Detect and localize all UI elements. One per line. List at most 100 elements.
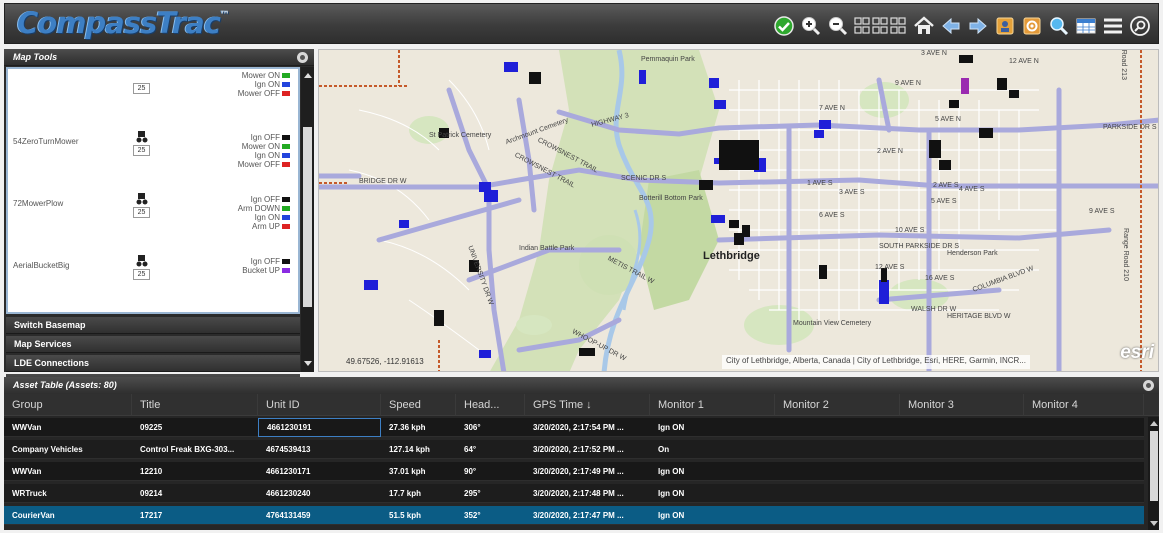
city-label: Lethbridge: [703, 250, 760, 262]
map-tool-name: 72MowerPlow: [13, 199, 64, 208]
column-header-monitor-2[interactable]: Monitor 2: [775, 394, 900, 416]
vehicle-icon: [136, 129, 148, 143]
accordion-lde-connections[interactable]: LDE Connections: [6, 355, 300, 372]
map-label: 5 AVE S: [931, 198, 957, 205]
collapse-asset-table-button[interactable]: [1143, 380, 1154, 391]
color-swatch: [282, 206, 290, 211]
column-header-head[interactable]: Head...: [456, 394, 525, 416]
vehicle-icon: [136, 191, 148, 205]
table-cell: WRTruck: [12, 489, 47, 498]
color-swatch: [282, 162, 290, 167]
map-label: 16 AVE S: [925, 275, 955, 282]
column-header-group[interactable]: Group: [4, 394, 132, 416]
map-label: 2 AVE N: [877, 148, 903, 155]
table-row[interactable]: CourierVan 17217 4764131459 51.5 kph 352° 3/2…: [4, 506, 1144, 525]
color-swatch: [282, 144, 290, 149]
column-header-monitor-1[interactable]: Monitor 1: [650, 394, 775, 416]
column-header-unit-id[interactable]: Unit ID: [258, 394, 381, 416]
full-extent-icon[interactable]: [853, 14, 909, 38]
icon-size-input[interactable]: 25: [133, 145, 150, 156]
map-label: 12 AVE N: [1009, 58, 1039, 65]
table-cell: [1024, 440, 1144, 459]
accordion-switch-basemap[interactable]: Switch Basemap: [6, 317, 300, 334]
table-cell: 17217: [140, 511, 163, 520]
monitor-state-legend: Mower OFF: [238, 89, 290, 98]
settings-search-icon[interactable]: [1128, 14, 1152, 38]
map-tool-name: AerialBucketBig: [13, 261, 70, 270]
map-tools-list: 25 Mower ON Ign ON Mower OFF 54ZeroTurnMower…: [6, 67, 300, 314]
map-tool-row[interactable]: 54ZeroTurnMower 25 Ign OFF Mower ON Ign ON Mo…: [8, 123, 298, 169]
map-label: PARKSIDE DR S: [1103, 124, 1157, 131]
map-label: Botterill Bottom Park: [639, 195, 703, 202]
monitor-state-legend: Ign ON: [255, 151, 290, 160]
monitor-state-legend: Bucket UP: [242, 266, 290, 275]
map-coordinates: 49.67526, -112.91613: [346, 357, 424, 366]
column-header-speed[interactable]: Speed: [381, 394, 456, 416]
map-label: 6 AVE S: [819, 212, 845, 219]
map-label: 3 AVE N: [921, 50, 947, 57]
app-window: CompassTrac™ Map Tools 25 Mower ON Ign ON M…: [0, 0, 1163, 533]
icon-size-input[interactable]: 25: [133, 269, 150, 280]
map-label: 1 AVE S: [807, 180, 833, 187]
table-row[interactable]: WWVan 09225 4661230191 27.36 kph 306° 3/20/20…: [4, 418, 1144, 437]
left-panel-scrollbar[interactable]: [301, 67, 314, 372]
layers-icon[interactable]: [993, 14, 1017, 38]
map-label: Pemmaquin Park: [641, 56, 695, 63]
map-label: Mountain View Cemetery: [793, 320, 872, 327]
table-cell: 17.7 kph: [389, 489, 422, 498]
asset-table-title: Asset Table (Assets: 80): [13, 380, 117, 390]
accordion-map-services[interactable]: Map Services: [6, 336, 300, 353]
forward-icon[interactable]: [966, 14, 990, 38]
table-cell: 4764131459: [266, 511, 311, 520]
zoom-out-icon[interactable]: [826, 14, 850, 38]
map-label: Range Road 210: [1121, 228, 1129, 281]
column-header-title[interactable]: Title: [132, 394, 258, 416]
basemap: [319, 50, 1158, 371]
table-cell: [775, 440, 900, 459]
map-tools-header: Map Tools: [4, 49, 314, 66]
home-icon[interactable]: [912, 14, 936, 38]
table-cell: 90°: [464, 467, 477, 476]
map-label: HERITAGE BLVD W: [947, 313, 1011, 320]
color-swatch: [282, 215, 290, 220]
monitor-state-legend: Ign OFF: [251, 257, 290, 266]
map-tool-row[interactable]: AerialBucketBig 25 Ign OFF Bucket UP: [8, 247, 298, 280]
menu-icon[interactable]: [1101, 14, 1125, 38]
table-cell: 3/20/2020, 2:17:48 PM ...: [533, 489, 624, 498]
color-swatch: [282, 91, 290, 96]
table-cell: [775, 506, 900, 525]
table-row[interactable]: WWVan 12210 4661230171 37.01 kph 90° 3/20/202…: [4, 462, 1144, 481]
table-cell: 127.14 kph: [389, 445, 430, 454]
map-label: 2 AVE S: [933, 182, 959, 189]
table-cell: 3/20/2020, 2:17:47 PM ...: [533, 511, 624, 520]
email-icon[interactable]: [1020, 14, 1044, 38]
map-tool-row[interactable]: 25 Mower ON Ign ON Mower OFF: [8, 69, 298, 98]
table-cell: On: [658, 445, 670, 454]
table-cell: WWVan: [12, 423, 42, 432]
column-header-monitor-3[interactable]: Monitor 3: [900, 394, 1024, 416]
table-icon[interactable]: [1074, 14, 1098, 38]
color-swatch: [282, 259, 290, 264]
zoom-in-icon[interactable]: [799, 14, 823, 38]
column-header-monitor-4[interactable]: Monitor 4: [1024, 394, 1144, 416]
asset-table-scrollbar[interactable]: [1148, 417, 1159, 530]
table-cell: [900, 484, 1024, 503]
icon-size-input[interactable]: 25: [133, 207, 150, 218]
table-cell: 51.5 kph: [389, 511, 422, 520]
icon-size-input[interactable]: 25: [133, 83, 150, 94]
back-icon[interactable]: [939, 14, 963, 38]
table-cell: 4674539413: [266, 445, 311, 454]
table-row[interactable]: WRTruck 09214 4661230240 17.7 kph 295° 3/20/2…: [4, 484, 1144, 503]
table-cell: [1024, 506, 1144, 525]
table-cell: Ign ON: [658, 467, 685, 476]
table-row[interactable]: Company Vehicles Control Freak BXG-303...…: [4, 440, 1144, 459]
table-cell: [900, 418, 1024, 437]
map-label: 10 AVE S: [895, 227, 925, 234]
collapse-map-tools-button[interactable]: [297, 52, 308, 63]
column-header-gps-time[interactable]: GPS Time ↓: [525, 394, 650, 416]
map-tool-row[interactable]: 72MowerPlow 25 Ign OFF Arm DOWN Ign ON Arm UP: [8, 185, 298, 231]
check-icon[interactable]: [772, 14, 796, 38]
color-swatch: [282, 135, 290, 140]
map-view[interactable]: Pemmaquin Park 3 AVE N 12 AVE N 9 AVE N 7 AV…: [318, 49, 1159, 372]
search-icon[interactable]: [1047, 14, 1071, 38]
